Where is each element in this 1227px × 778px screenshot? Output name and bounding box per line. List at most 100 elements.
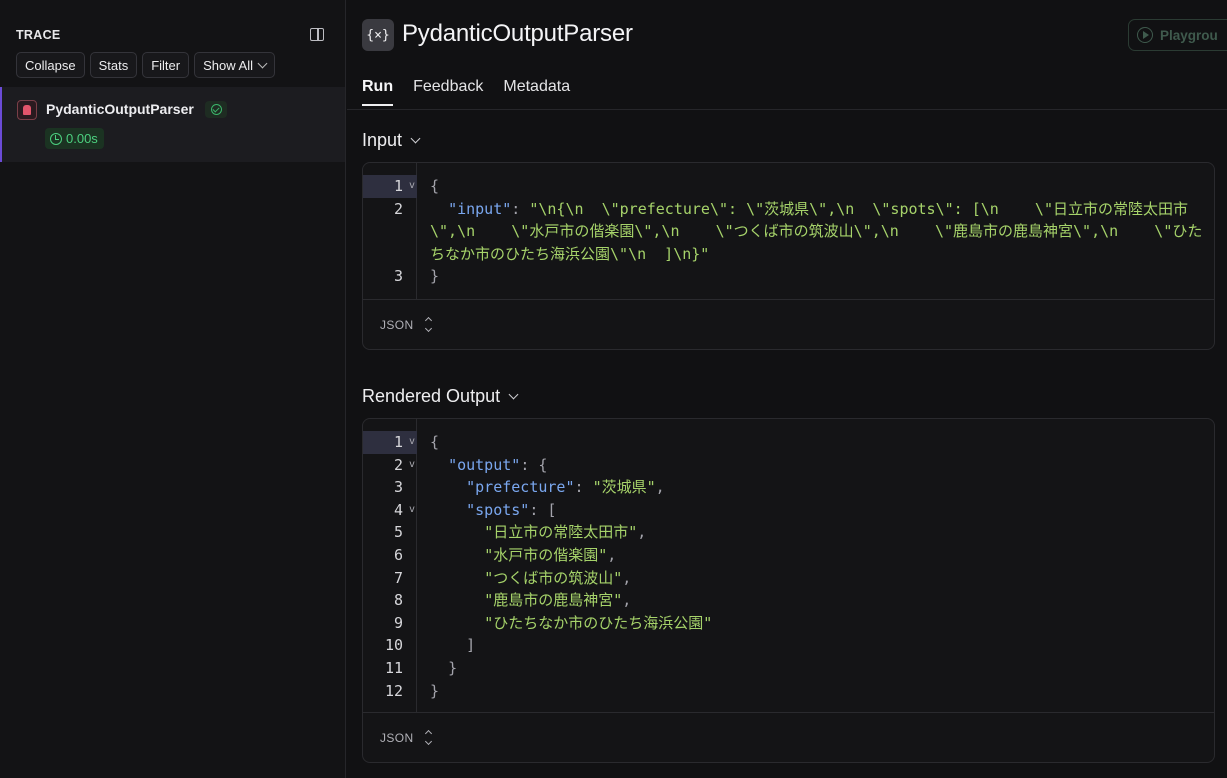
code-text: ] xyxy=(417,634,475,657)
latency-badge: 0.00s xyxy=(45,128,104,149)
output-section-toggle[interactable]: Rendered Output xyxy=(362,386,519,407)
code-token: : xyxy=(511,199,530,218)
clock-icon xyxy=(50,132,62,145)
code-token: "output" xyxy=(448,455,521,474)
show-all-dropdown[interactable]: Show All xyxy=(194,52,275,78)
chevron-up-down-icon xyxy=(424,316,432,333)
output-format-selector[interactable]: JSON xyxy=(363,712,1214,762)
input-format-selector[interactable]: JSON xyxy=(363,299,1214,349)
code-line: 4v "spots": [ xyxy=(363,499,1214,522)
line-number: 1v xyxy=(363,175,417,198)
code-token: "\n{\n \"prefecture\": \"茨城県\",\n \"spot… xyxy=(430,199,1203,263)
code-text: } xyxy=(417,657,457,680)
line-number-text: 2 xyxy=(393,455,403,474)
line-number-text: 4 xyxy=(393,500,403,519)
line-number: 1v xyxy=(363,431,417,454)
code-line: 9 "ひたちなか市のひたち海浜公園" xyxy=(363,612,1214,635)
fold-chevron-icon[interactable]: v xyxy=(409,431,415,454)
line-number: 9 xyxy=(363,612,417,635)
line-number: 8 xyxy=(363,589,417,612)
output-code-box: 1 v{2 v "output": {3 "prefecture": "茨城県", 4… xyxy=(362,418,1215,763)
code-token: "水戸市の偕楽園" xyxy=(484,545,608,564)
line-number-text: 7 xyxy=(393,568,403,587)
line-number-text: 9 xyxy=(393,613,403,632)
parser-type-icon: {×} xyxy=(362,19,394,51)
code-line: 1 v { xyxy=(363,431,1214,454)
code-token: : [ xyxy=(529,500,557,519)
collapse-button[interactable]: Collapse xyxy=(16,52,85,78)
fold-chevron-icon[interactable]: v xyxy=(409,499,415,522)
trace-toolbar: Collapse Stats Filter Show All xyxy=(16,52,275,78)
code-token: : xyxy=(574,478,593,497)
code-text: } xyxy=(417,265,439,288)
show-all-label: Show All xyxy=(203,57,253,73)
line-number-text: 6 xyxy=(393,545,403,564)
code-text: "output": { xyxy=(417,454,547,477)
line-number-text: 10 xyxy=(384,636,403,655)
code-token: : { xyxy=(520,455,548,474)
output-code-editor[interactable]: 1 v{2 v "output": {3 "prefecture": "茨城県", 4… xyxy=(363,419,1214,712)
code-text: "spots": [ xyxy=(417,499,556,522)
code-token: "ひたちなか市のひたち海浜公園" xyxy=(484,613,713,632)
format-label: JSON xyxy=(380,730,414,745)
tab-feedback[interactable]: Feedback xyxy=(413,78,483,106)
line-number-text: 3 xyxy=(393,478,403,497)
code-text: "prefecture": "茨城県", xyxy=(417,476,665,499)
code-line: 8 "鹿島市の鹿島神宮", xyxy=(363,589,1214,612)
fold-chevron-icon[interactable]: v xyxy=(409,175,415,198)
line-number: 4v xyxy=(363,499,417,522)
input-code-box: 1 v {2 "input": "\n{\n \"prefecture\": \"茨… xyxy=(362,162,1215,350)
chevron-down-icon xyxy=(508,389,519,400)
code-token: "input" xyxy=(448,199,512,218)
format-label: JSON xyxy=(380,317,414,332)
line-number: 2v xyxy=(363,454,417,477)
tab-run[interactable]: Run xyxy=(362,78,394,106)
line-number-text: 8 xyxy=(393,591,403,610)
code-token: , xyxy=(622,591,632,610)
code-line: 7 "つくば市の筑波山", xyxy=(363,567,1214,590)
code-line: 10 ] xyxy=(363,634,1214,657)
filter-button[interactable]: Filter xyxy=(142,52,190,78)
line-number: 5 xyxy=(363,521,417,544)
trace-panel: TRACE Collapse Stats Filter Show All Pyd… xyxy=(0,0,346,778)
code-token: "つくば市の筑波山" xyxy=(484,568,623,587)
input-code-editor[interactable]: 1 v {2 "input": "\n{\n \"prefecture\": \"茨… xyxy=(363,163,1214,299)
code-token: "prefecture" xyxy=(466,478,575,497)
code-line: 11 } xyxy=(363,657,1214,680)
input-section-toggle[interactable]: Input xyxy=(362,130,421,151)
input-section-title: Input xyxy=(362,130,403,150)
trace-header: TRACE xyxy=(16,28,61,42)
code-text: "鹿島市の鹿島神宮", xyxy=(417,589,631,612)
code-token: , xyxy=(607,545,617,564)
code-text: { xyxy=(417,175,439,198)
line-number-text: 11 xyxy=(384,658,403,677)
line-number-text: 2 xyxy=(393,199,403,218)
code-line: 6 "水戸市の偕楽園", xyxy=(363,544,1214,567)
line-number: 3 xyxy=(363,265,417,288)
code-line: 3} xyxy=(363,265,1214,288)
tab-metadata[interactable]: Metadata xyxy=(503,78,570,106)
trace-item[interactable]: PydanticOutputParser 0.00s xyxy=(0,87,345,162)
tabs-divider xyxy=(347,109,1227,110)
stats-button[interactable]: Stats xyxy=(89,52,138,78)
code-text: "水戸市の偕楽園", xyxy=(417,544,616,567)
panel-toggle-icon[interactable] xyxy=(310,28,324,41)
fold-chevron-icon[interactable]: v xyxy=(409,454,415,477)
line-number-text: 3 xyxy=(393,267,403,286)
chevron-down-icon xyxy=(257,58,268,68)
line-number: 2 xyxy=(363,198,417,266)
code-text: "ひたちなか市のひたち海浜公園" xyxy=(417,612,712,635)
playground-label: Playgrou xyxy=(1160,27,1218,43)
success-check-icon xyxy=(205,101,227,118)
code-token: , xyxy=(655,478,665,497)
playground-button[interactable]: Playgrou xyxy=(1128,19,1227,51)
code-line: 12} xyxy=(363,680,1214,703)
line-number-text: 1 xyxy=(393,433,403,451)
latency-value: 0.00s xyxy=(66,131,98,146)
